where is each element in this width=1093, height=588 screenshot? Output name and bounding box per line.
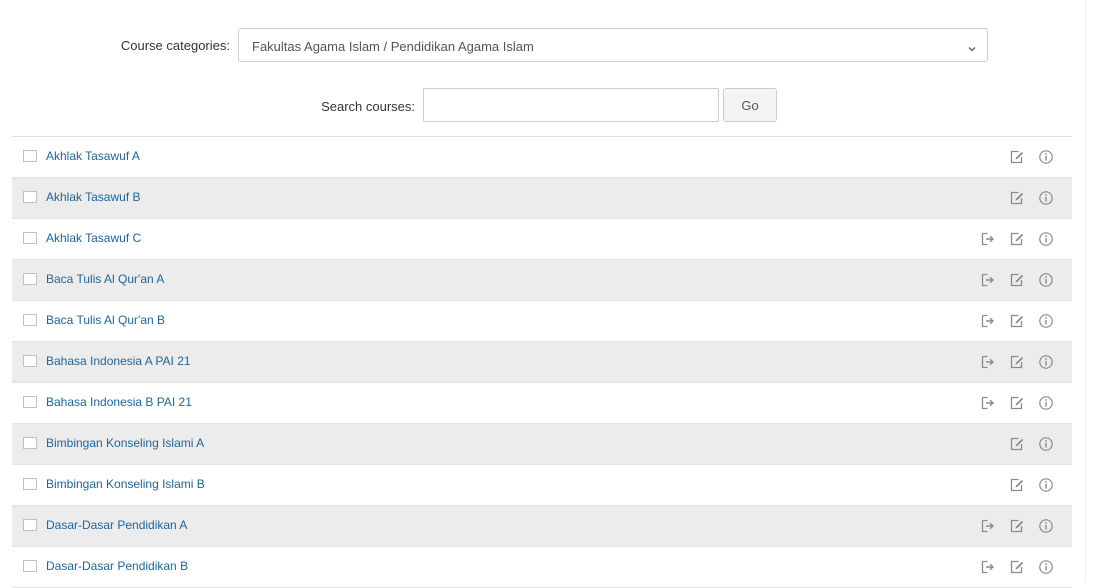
edit-icon[interactable]	[1009, 190, 1025, 206]
course-link[interactable]: Bimbingan Konseling Islami B	[46, 477, 205, 491]
info-icon[interactable]	[1038, 477, 1054, 493]
course-row: Bahasa Indonesia B PAI 21	[12, 383, 1072, 424]
course-checkbox[interactable]	[23, 437, 37, 449]
course-row: Bimbingan Konseling Islami B	[12, 465, 1072, 506]
course-row: Baca Tulis Al Qur'an A	[12, 260, 1072, 301]
course-actions	[980, 147, 1054, 167]
course-link[interactable]: Bahasa Indonesia B PAI 21	[46, 395, 192, 409]
course-list: Akhlak Tasawuf A Akhlak Tasawuf B Akhlak…	[12, 136, 1072, 588]
course-row: Dasar-Dasar Pendidikan A	[12, 506, 1072, 547]
course-checkbox[interactable]	[23, 560, 37, 572]
go-button[interactable]: Go	[723, 88, 777, 122]
course-row: Baca Tulis Al Qur'an B	[12, 301, 1072, 342]
course-actions	[980, 393, 1054, 413]
category-label: Course categories:	[120, 38, 230, 53]
course-link[interactable]: Dasar-Dasar Pendidikan A	[46, 518, 187, 532]
course-actions	[980, 229, 1054, 249]
edit-icon[interactable]	[1009, 149, 1025, 165]
info-icon[interactable]	[1038, 436, 1054, 452]
icon-placeholder	[980, 436, 996, 452]
info-icon[interactable]	[1038, 354, 1054, 370]
course-link[interactable]: Bimbingan Konseling Islami A	[46, 436, 204, 450]
course-actions	[980, 475, 1054, 495]
chevron-down-icon	[967, 41, 977, 52]
course-checkbox[interactable]	[23, 355, 37, 367]
edit-icon[interactable]	[1009, 313, 1025, 329]
enrol-icon[interactable]	[980, 354, 996, 370]
course-row: Akhlak Tasawuf A	[12, 137, 1072, 178]
course-row: Bimbingan Konseling Islami A	[12, 424, 1072, 465]
info-icon[interactable]	[1038, 313, 1054, 329]
course-checkbox[interactable]	[23, 273, 37, 285]
course-checkbox[interactable]	[23, 191, 37, 203]
course-checkbox[interactable]	[23, 314, 37, 326]
course-link[interactable]: Akhlak Tasawuf B	[46, 190, 141, 204]
info-icon[interactable]	[1038, 272, 1054, 288]
course-actions	[980, 311, 1054, 331]
category-select-value: Fakultas Agama Islam / Pendidikan Agama …	[252, 39, 534, 54]
info-icon[interactable]	[1038, 395, 1054, 411]
category-filter: Course categories: Fakultas Agama Islam …	[0, 28, 1093, 64]
course-row: Akhlak Tasawuf B	[12, 178, 1072, 219]
course-checkbox[interactable]	[23, 232, 37, 244]
icon-placeholder	[980, 149, 996, 165]
course-checkbox[interactable]	[23, 396, 37, 408]
category-select[interactable]: Fakultas Agama Islam / Pendidikan Agama …	[238, 28, 988, 62]
edit-icon[interactable]	[1009, 477, 1025, 493]
info-icon[interactable]	[1038, 149, 1054, 165]
search-label: Search courses:	[321, 99, 415, 114]
enrol-icon[interactable]	[980, 518, 996, 534]
icon-placeholder	[980, 477, 996, 493]
course-link[interactable]: Akhlak Tasawuf C	[46, 231, 141, 245]
course-actions	[980, 188, 1054, 208]
enrol-icon[interactable]	[980, 395, 996, 411]
edit-icon[interactable]	[1009, 231, 1025, 247]
info-icon[interactable]	[1038, 231, 1054, 247]
course-link[interactable]: Akhlak Tasawuf A	[46, 149, 140, 163]
enrol-icon[interactable]	[980, 313, 996, 329]
enrol-icon[interactable]	[980, 272, 996, 288]
course-row: Akhlak Tasawuf C	[12, 219, 1072, 260]
edit-icon[interactable]	[1009, 395, 1025, 411]
search-form: Search courses: Go	[0, 88, 1093, 124]
course-link[interactable]: Bahasa Indonesia A PAI 21	[46, 354, 191, 368]
edit-icon[interactable]	[1009, 354, 1025, 370]
edit-icon[interactable]	[1009, 559, 1025, 575]
course-row: Bahasa Indonesia A PAI 21	[12, 342, 1072, 383]
course-checkbox[interactable]	[23, 478, 37, 490]
edit-icon[interactable]	[1009, 436, 1025, 452]
edit-icon[interactable]	[1009, 518, 1025, 534]
course-actions	[980, 270, 1054, 290]
enrol-icon[interactable]	[980, 559, 996, 575]
edit-icon[interactable]	[1009, 272, 1025, 288]
course-checkbox[interactable]	[23, 519, 37, 531]
info-icon[interactable]	[1038, 190, 1054, 206]
search-input[interactable]	[423, 88, 719, 122]
course-checkbox[interactable]	[23, 150, 37, 162]
enrol-icon[interactable]	[980, 231, 996, 247]
course-actions	[980, 434, 1054, 454]
course-actions	[980, 516, 1054, 536]
icon-placeholder	[980, 190, 996, 206]
course-link[interactable]: Baca Tulis Al Qur'an B	[46, 313, 165, 327]
info-icon[interactable]	[1038, 559, 1054, 575]
course-actions	[980, 557, 1054, 577]
course-link[interactable]: Baca Tulis Al Qur'an A	[46, 272, 164, 286]
course-link[interactable]: Dasar-Dasar Pendidikan B	[46, 559, 188, 573]
course-row: Dasar-Dasar Pendidikan B	[12, 547, 1072, 588]
info-icon[interactable]	[1038, 518, 1054, 534]
course-actions	[980, 352, 1054, 372]
